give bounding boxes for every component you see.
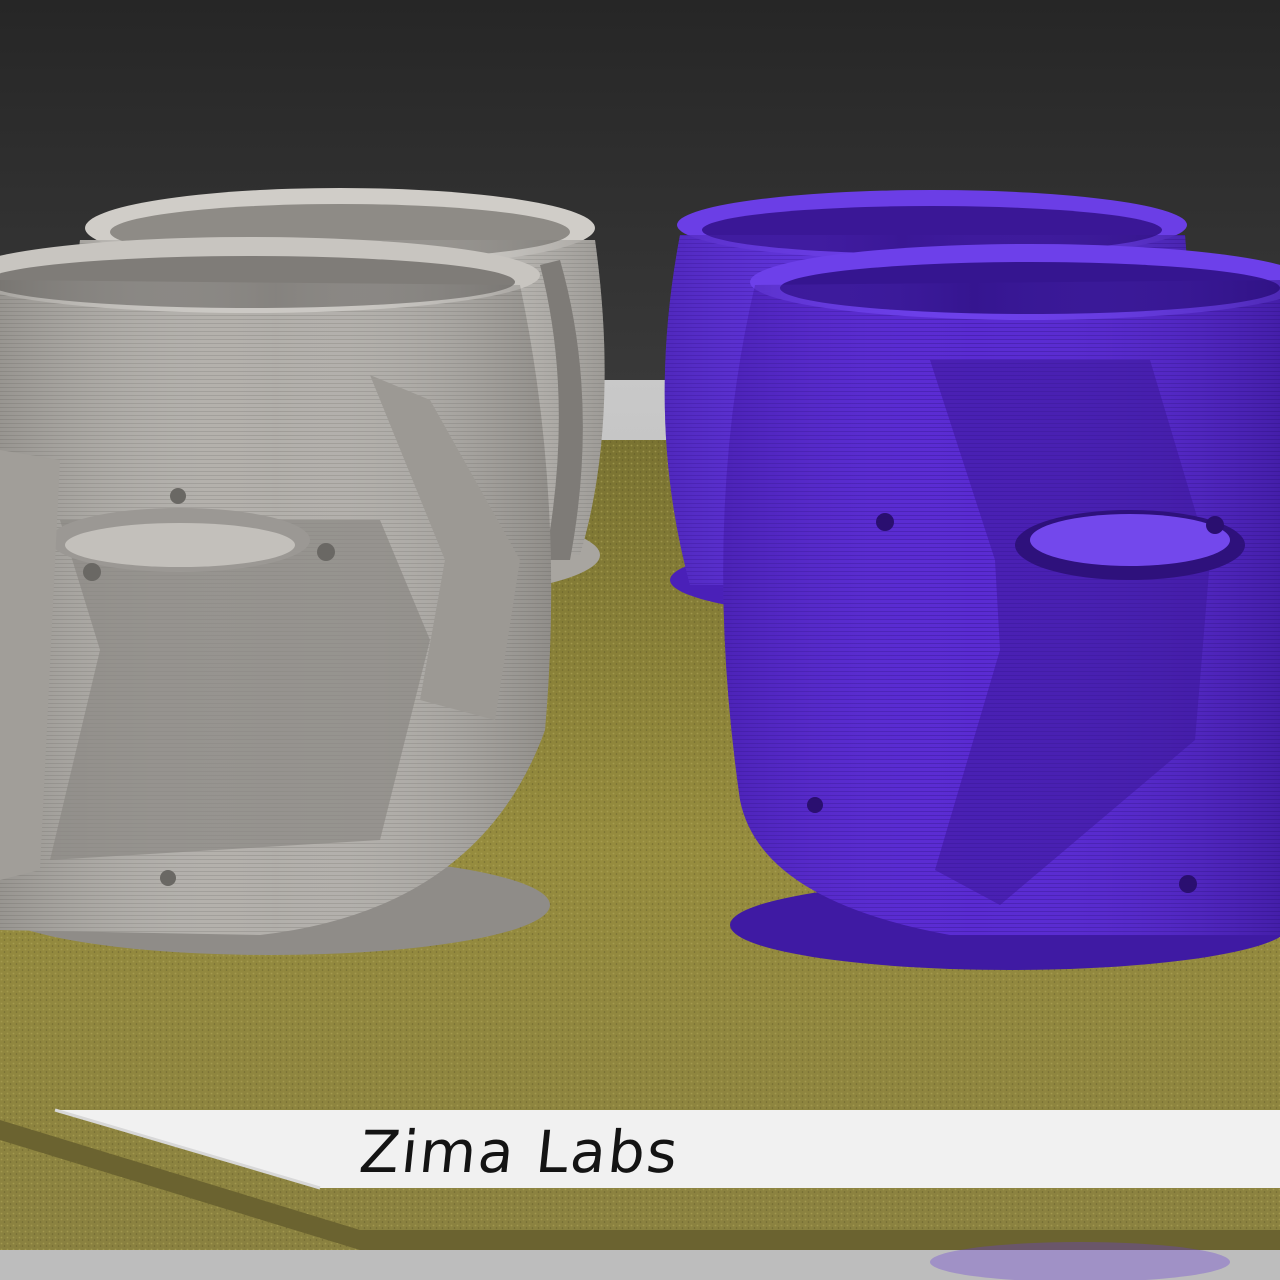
purple-print-front: [723, 244, 1280, 970]
plate-label-text: Zima Labs: [356, 1118, 683, 1186]
gray-print-front: [0, 237, 552, 955]
photo-scene: Zima Labs: [0, 0, 1280, 1280]
scene-illustration: [0, 0, 1280, 1280]
